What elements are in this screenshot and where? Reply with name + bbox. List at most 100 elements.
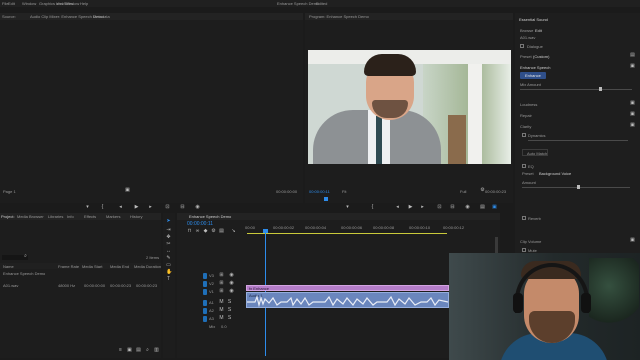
tab-metadata[interactable]: Metadata xyxy=(93,14,110,19)
mix-amount-handle[interactable] xyxy=(599,87,602,91)
program-step-forward-icon[interactable]: ▸ xyxy=(420,205,425,210)
audio-clip[interactable]: Audio 1 xyxy=(246,292,449,308)
enhance-toggle-icon[interactable]: ▣ xyxy=(630,64,635,69)
save-preset-icon[interactable]: ▤ xyxy=(630,53,635,58)
lock-icon[interactable]: ⊞ xyxy=(219,281,224,286)
insert-icon[interactable]: ⊡ xyxy=(165,205,170,210)
mute-icon[interactable]: M xyxy=(219,308,224,313)
lock-icon[interactable]: ⊞ xyxy=(219,273,224,278)
auto-match-button[interactable]: Auto Match xyxy=(522,149,548,156)
clip-volume-label[interactable]: Clip Volume xyxy=(520,239,541,244)
col-media-end[interactable]: Media End xyxy=(110,264,129,269)
tab-project[interactable]: Project: Enhance Speech Demo xyxy=(1,214,15,219)
enhance-button[interactable]: Enhance xyxy=(520,72,546,79)
mute-icon[interactable]: M xyxy=(219,316,224,321)
track-target-tag[interactable] xyxy=(203,273,207,279)
mark-in-icon[interactable]: ▾ xyxy=(85,205,90,210)
tab-source[interactable]: Source: xyxy=(2,14,16,19)
mix-value[interactable]: 0.0 xyxy=(221,324,227,329)
mute-checkbox[interactable] xyxy=(522,248,526,252)
linked-icon[interactable]: ∞ xyxy=(195,229,200,234)
lift-icon[interactable]: ⊡ xyxy=(437,205,442,210)
ripple-edit-icon[interactable]: ✥ xyxy=(166,235,171,240)
project-row[interactable]: A01.wav 48000 Hz 00:00:00:00 00:00:00:23… xyxy=(0,282,161,288)
repair-toggle-icon[interactable]: ▣ xyxy=(630,112,635,117)
eye-icon[interactable]: ◉ xyxy=(229,281,234,286)
tab-edit[interactable]: Edit xyxy=(535,28,542,33)
section-clarity[interactable]: Clarity xyxy=(520,124,531,129)
step-forward-icon[interactable]: ▸ xyxy=(148,205,153,210)
solo-icon[interactable]: S xyxy=(227,300,232,305)
track-target-tag[interactable] xyxy=(203,289,207,295)
pen-icon[interactable]: ✎ xyxy=(166,256,171,261)
col-media-start[interactable]: Media Start xyxy=(82,264,102,269)
col-name[interactable]: Name xyxy=(3,264,14,269)
program-fit[interactable]: Fit xyxy=(342,189,346,194)
program-play-icon[interactable]: ▶ xyxy=(408,205,413,210)
track-select-icon[interactable]: ⇥ xyxy=(166,228,171,233)
eq-checkbox[interactable] xyxy=(522,164,526,168)
eq-amount-handle[interactable] xyxy=(577,185,580,189)
section-loudness[interactable]: Loudness xyxy=(520,102,537,107)
track-target-tag[interactable] xyxy=(203,308,207,314)
section-repair[interactable]: Repair xyxy=(520,113,532,118)
tab-media-browser[interactable]: Media Browser xyxy=(17,214,44,219)
solo-icon[interactable]: S xyxy=(227,308,232,313)
tab-browse[interactable]: Browse xyxy=(520,28,533,33)
selection-tool-icon[interactable]: ➤ xyxy=(166,219,171,224)
track-target-tag[interactable] xyxy=(203,316,207,322)
enhance-speech-header[interactable]: Enhance Speech xyxy=(520,65,550,70)
lock-icon[interactable]: ⊞ xyxy=(219,289,224,294)
tab-markers[interactable]: Markers xyxy=(106,214,120,219)
mute-icon[interactable]: M xyxy=(219,300,224,305)
program-step-back-icon[interactable]: ◂ xyxy=(395,205,400,210)
eye-icon[interactable]: ◉ xyxy=(229,289,234,294)
program-export-frame-icon[interactable]: ◉ xyxy=(465,205,470,210)
slip-icon[interactable]: ↔ xyxy=(166,249,171,254)
nest-icon[interactable]: ↘ xyxy=(231,229,236,234)
track-target-tag[interactable] xyxy=(203,281,207,287)
vr-icon[interactable]: ▣ xyxy=(492,205,497,210)
project-row[interactable]: Enhance Speech Demo xyxy=(0,270,161,276)
find-icon[interactable]: ⌕ xyxy=(145,348,150,353)
playhead-marker[interactable] xyxy=(324,197,328,201)
video-clip[interactable]: fx Enhance xyxy=(246,285,449,291)
dynamics-checkbox[interactable] xyxy=(522,133,526,137)
mark-out-icon[interactable]: { xyxy=(100,205,105,210)
track-target-tag[interactable] xyxy=(203,300,207,306)
eye-icon[interactable]: ◉ xyxy=(229,273,234,278)
dialogue-checkbox[interactable] xyxy=(520,44,524,48)
tab-libraries[interactable]: Libraries xyxy=(48,214,63,219)
eq-preset-value[interactable]: Background Voice xyxy=(539,171,571,176)
tab-info[interactable]: Info xyxy=(67,214,74,219)
menu-edit[interactable]: Edit xyxy=(8,1,15,6)
reverb-checkbox[interactable] xyxy=(522,216,526,220)
new-item-icon[interactable]: ▤ xyxy=(136,348,141,353)
rectangle-icon[interactable]: ▭ xyxy=(166,263,171,268)
new-bin-icon[interactable]: ▣ xyxy=(127,348,132,353)
step-back-icon[interactable]: ◂ xyxy=(118,205,123,210)
snap-icon[interactable]: ⊓ xyxy=(187,229,192,234)
preset-value[interactable]: (Custom) xyxy=(533,54,549,59)
eq-amount-slider[interactable] xyxy=(522,187,630,188)
timeline-timecode[interactable]: 00:00:00:11 xyxy=(187,222,213,227)
timeline-tab[interactable]: Enhance Speech Demo xyxy=(189,214,231,219)
menu-window-2[interactable]: Window xyxy=(65,1,79,6)
essential-sound-title[interactable]: Essential Sound xyxy=(519,17,548,22)
clarity-toggle-icon[interactable]: ▣ xyxy=(630,123,635,128)
export-frame-icon[interactable]: ◉ xyxy=(195,205,200,210)
program-zoom[interactable]: Full xyxy=(460,189,466,194)
compare-icon[interactable]: ▤ xyxy=(480,205,485,210)
program-timecode[interactable]: 00:00:00:11 xyxy=(309,189,330,194)
tab-history[interactable]: History xyxy=(130,214,142,219)
hand-icon[interactable]: ✋ xyxy=(166,270,172,275)
overwrite-icon[interactable]: ⊟ xyxy=(180,205,185,210)
captions-icon[interactable]: ▤ xyxy=(219,229,224,234)
playhead-head[interactable] xyxy=(263,229,268,233)
timeline-ruler[interactable]: 00:00 00:00:00:02 00:00:00:04 00:00:00:0… xyxy=(245,225,495,233)
loudness-toggle-icon[interactable]: ▣ xyxy=(630,101,635,106)
col-frame-rate[interactable]: Frame Rate xyxy=(58,264,79,269)
menu-view[interactable]: View xyxy=(56,1,65,6)
settings-icon[interactable]: ▣ xyxy=(125,188,130,193)
col-media-duration[interactable]: Media Duration xyxy=(134,264,161,269)
